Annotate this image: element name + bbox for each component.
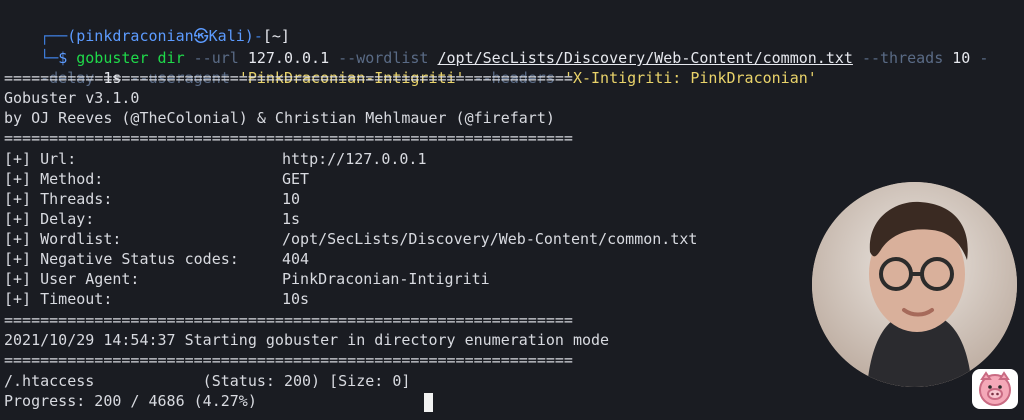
config-key: [+] Timeout: xyxy=(4,290,113,308)
pig-icon xyxy=(972,369,1018,409)
progress-line: Progress: 200 / 4686 (4.27%) xyxy=(4,392,257,410)
config-key: [+] Url: xyxy=(4,150,77,168)
config-key: [+] Wordlist: xyxy=(4,230,122,248)
cmd-wrap-dash: - xyxy=(979,49,989,67)
separator: ========================================… xyxy=(4,311,573,329)
pig-icon-graphic xyxy=(979,371,1011,406)
config-key: [+] Threads: xyxy=(4,190,113,208)
command-line-wrap: -delay 1s --useragent 'PinkDraconian-Int… xyxy=(4,48,817,87)
config-value: 10s xyxy=(282,290,310,308)
cmd-space xyxy=(853,49,862,67)
cmd-headers: 'X-Intigriti: PinkDraconian' xyxy=(563,69,817,87)
config-value: 404 xyxy=(282,250,310,268)
config-row-delay: [+] Delay: 1s xyxy=(4,209,300,229)
banner-title: Gobuster v3.1.0 xyxy=(4,89,140,107)
config-value: 1s xyxy=(282,210,301,228)
config-row-negative-status: [+] Negative Status codes: 404 xyxy=(4,249,309,269)
separator: ========================================… xyxy=(4,69,573,87)
webcam-person-illustration xyxy=(812,182,1017,387)
prompt-line: ┌──(pinkdraconian㉿Kali)-[~] xyxy=(4,6,290,45)
webcam-overlay xyxy=(812,182,1017,387)
config-value: http://127.0.0.1 xyxy=(282,150,427,168)
config-value: GET xyxy=(282,170,310,188)
config-row-threads: [+] Threads: 10 xyxy=(4,189,300,209)
cmd-threads: 10 xyxy=(943,49,980,67)
config-key: [+] User Agent: xyxy=(4,270,140,288)
config-row-method: [+] Method: GET xyxy=(4,169,309,189)
config-key: [+] Negative Status codes: xyxy=(4,250,239,268)
terminal-cursor xyxy=(424,393,433,412)
banner-authors: by OJ Reeves (@TheColonial) & Christian … xyxy=(4,109,555,127)
separator: ========================================… xyxy=(4,129,573,147)
cmd-flag-threads: --threads xyxy=(861,49,944,67)
config-value: 10 xyxy=(282,190,301,208)
config-row-user-agent: [+] User Agent: PinkDraconian-Intigriti xyxy=(4,269,490,289)
config-value: PinkDraconian-Intigriti xyxy=(282,270,490,288)
config-key: [+] Method: xyxy=(4,170,104,188)
config-row-url: [+] Url: http://127.0.0.1 xyxy=(4,149,427,169)
separator: ========================================… xyxy=(4,351,573,369)
config-key: [+] Delay: xyxy=(4,210,95,228)
config-row-timeout: [+] Timeout: 10s xyxy=(4,289,309,309)
command-line: └─$ gobuster dir --url 127.0.0.1 --wordl… xyxy=(4,28,988,67)
result-row: /.htaccess (Status: 200) [Size: 0] xyxy=(4,372,411,390)
start-message: 2021/10/29 14:54:37 Starting gobuster in… xyxy=(4,331,610,349)
config-row-wordlist: [+] Wordlist: /opt/SecLists/Discovery/Web… xyxy=(4,229,697,249)
config-value: /opt/SecLists/Discovery/Web-Content/comm… xyxy=(282,230,698,248)
